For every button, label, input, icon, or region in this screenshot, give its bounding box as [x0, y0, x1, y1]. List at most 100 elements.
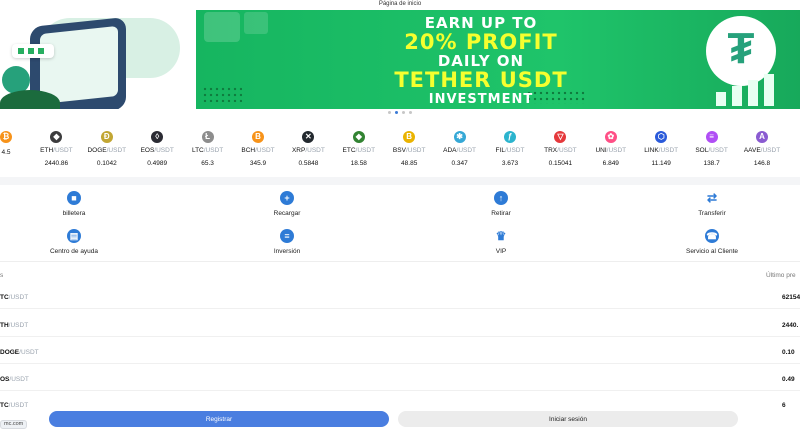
- row-divider: [0, 336, 800, 337]
- ticker-quote: /USDT: [504, 147, 525, 154]
- market-base: TC: [0, 402, 9, 409]
- filecoin-icon: ƒ: [504, 131, 516, 143]
- status-url: mc.com: [0, 420, 28, 429]
- carousel-dot[interactable]: [388, 111, 391, 114]
- wallet-icon: ■: [67, 191, 81, 205]
- market-row[interactable]: OS/USDT 0.49: [0, 376, 800, 396]
- menu-item-transfer[interactable]: ⇄ Transferir: [657, 191, 767, 217]
- litecoin-icon: Ł: [201, 131, 214, 143]
- ticker-base: XRP: [291, 147, 306, 154]
- menu-item-label: Retirar: [491, 210, 511, 217]
- market-base: TH: [0, 322, 9, 329]
- market-quote: /USDT: [9, 376, 29, 383]
- ticker-quote: /USDT: [355, 147, 376, 154]
- ticker-quote: /USDT: [606, 147, 627, 154]
- market-quote: /USDT: [8, 322, 29, 329]
- bitcoin-sv-icon: B: [403, 131, 416, 143]
- menu-item-investment[interactable]: ≡ Inversión: [232, 229, 342, 255]
- market-last-price: 6: [782, 402, 786, 409]
- ticker-quote: /USDT: [154, 147, 174, 154]
- carousel-dot[interactable]: [395, 111, 398, 114]
- menu-item-withdraw[interactable]: ↑ Retirar: [446, 191, 556, 217]
- solana-icon: ≡: [705, 131, 718, 143]
- banner-line-3: DAILY ON: [437, 52, 525, 70]
- row-divider: [0, 363, 800, 364]
- ticker-base: TRX: [544, 147, 558, 154]
- market-quote: /USDT: [8, 402, 29, 409]
- bar-chart-decoration: [716, 70, 796, 106]
- market-quote: /USDT: [8, 294, 29, 301]
- ticker-quote: /USDT: [305, 147, 325, 154]
- ticker-base: BSV: [392, 147, 406, 154]
- market-last-price: 2440.: [782, 322, 799, 329]
- row-divider: [0, 390, 800, 391]
- carousel-dot[interactable]: [409, 111, 412, 114]
- ticker-pair: AAVE/USDT: [732, 147, 792, 154]
- section-divider: [0, 177, 800, 185]
- dot-pattern-decoration: [202, 86, 242, 102]
- ticker-base: UNI: [595, 147, 607, 154]
- menu-item-customer-service[interactable]: ☎ Servicio al Cliente: [657, 229, 767, 255]
- ticker-base: LTC: [191, 147, 204, 154]
- tron-icon: ▽: [554, 131, 567, 143]
- ticker-base: EOS: [140, 147, 155, 154]
- menu-item-label: Inversión: [273, 248, 301, 255]
- xrp-icon: ✕: [302, 131, 315, 143]
- menu-item-label: Centro de ayuda: [49, 248, 99, 255]
- menu-item-label: VIP: [495, 248, 507, 255]
- ticker-quote: /USDT: [658, 147, 679, 154]
- ticker-quote: /USDT: [405, 147, 426, 154]
- market-quote: /USDT: [19, 349, 39, 356]
- eos-icon: ◊: [151, 131, 164, 143]
- market-row[interactable]: DOGE/USDT 0.10: [0, 349, 800, 369]
- market-base: OS: [0, 376, 10, 383]
- vip-crown-icon: ♛: [495, 229, 507, 243]
- menu-item-label: billetera: [62, 210, 86, 217]
- market-row[interactable]: TC/USDT 62154: [0, 294, 800, 314]
- chart-chip-illustration: [12, 44, 54, 58]
- ticker-quote: /USDT: [255, 147, 275, 154]
- register-button[interactable]: Registrar: [49, 411, 389, 427]
- market-base: DOGE: [0, 349, 20, 356]
- customer-service-icon: ☎: [705, 229, 719, 243]
- market-symbol: TC/USDT: [0, 402, 28, 409]
- market-row[interactable]: TH/USDT 2440.: [0, 322, 800, 342]
- banner-line-2: 20% PROFIT: [404, 30, 558, 54]
- ticker-base: ETC: [342, 147, 356, 154]
- row-divider: [0, 308, 800, 309]
- ticker-quote: /USDT: [106, 147, 127, 154]
- aave-icon: A: [756, 131, 768, 143]
- dogecoin-icon: Ð: [100, 131, 113, 143]
- market-last-price: 0.10: [782, 349, 795, 356]
- bottom-action-bar: Registrar Iniciar sesión: [0, 409, 800, 429]
- column-header-last-price: Último pre: [766, 272, 796, 279]
- transfer-icon: ⇄: [706, 191, 718, 205]
- carousel-indicator[interactable]: [0, 111, 800, 114]
- menu-item-wallet[interactable]: ■ billetera: [19, 191, 129, 217]
- section-divider: [0, 261, 800, 262]
- bitcoin-cash-icon: B: [252, 131, 264, 143]
- menu-item-help-center[interactable]: ▤ Centro de ayuda: [19, 229, 129, 255]
- chainlink-icon: ⬡: [655, 131, 668, 143]
- ticker-item[interactable]: A AAVE/USDT 146.8: [732, 131, 792, 167]
- banner-line-5: INVESTMENT: [428, 92, 534, 107]
- uniswap-icon: ✿: [604, 131, 617, 143]
- menu-item-vip-crown[interactable]: ♛ VIP: [446, 229, 556, 255]
- menu-item-recharge[interactable]: + Recargar: [232, 191, 342, 217]
- help-center-icon: ▤: [67, 229, 81, 243]
- login-button[interactable]: Iniciar sesión: [398, 411, 738, 427]
- menu-item-label: Servicio al Cliente: [685, 248, 739, 255]
- promo-banner[interactable]: EARN UP TO 20% PROFIT DAILY ON TETHER US…: [196, 10, 800, 109]
- withdraw-icon: ↑: [494, 191, 508, 205]
- ticker-base: FIL: [495, 147, 505, 154]
- ethereum-classic-icon: ◆: [352, 131, 365, 143]
- carousel-dot[interactable]: [402, 111, 405, 114]
- ticker-quote: /USDT: [53, 147, 73, 154]
- ethereum-icon: ◆: [50, 131, 63, 143]
- cube-decoration: [244, 12, 268, 34]
- market-symbol: OS/USDT: [0, 376, 29, 383]
- market-symbol: TC/USDT: [0, 294, 28, 301]
- phone-screen: [40, 25, 118, 105]
- banner-illustration-left: [0, 10, 196, 109]
- price-ticker: ₿ 4.5 ◆ ETH/USDT 2440.86 Ð DOGE/USDT 0.1042 ◊ EOS…: [0, 131, 800, 171]
